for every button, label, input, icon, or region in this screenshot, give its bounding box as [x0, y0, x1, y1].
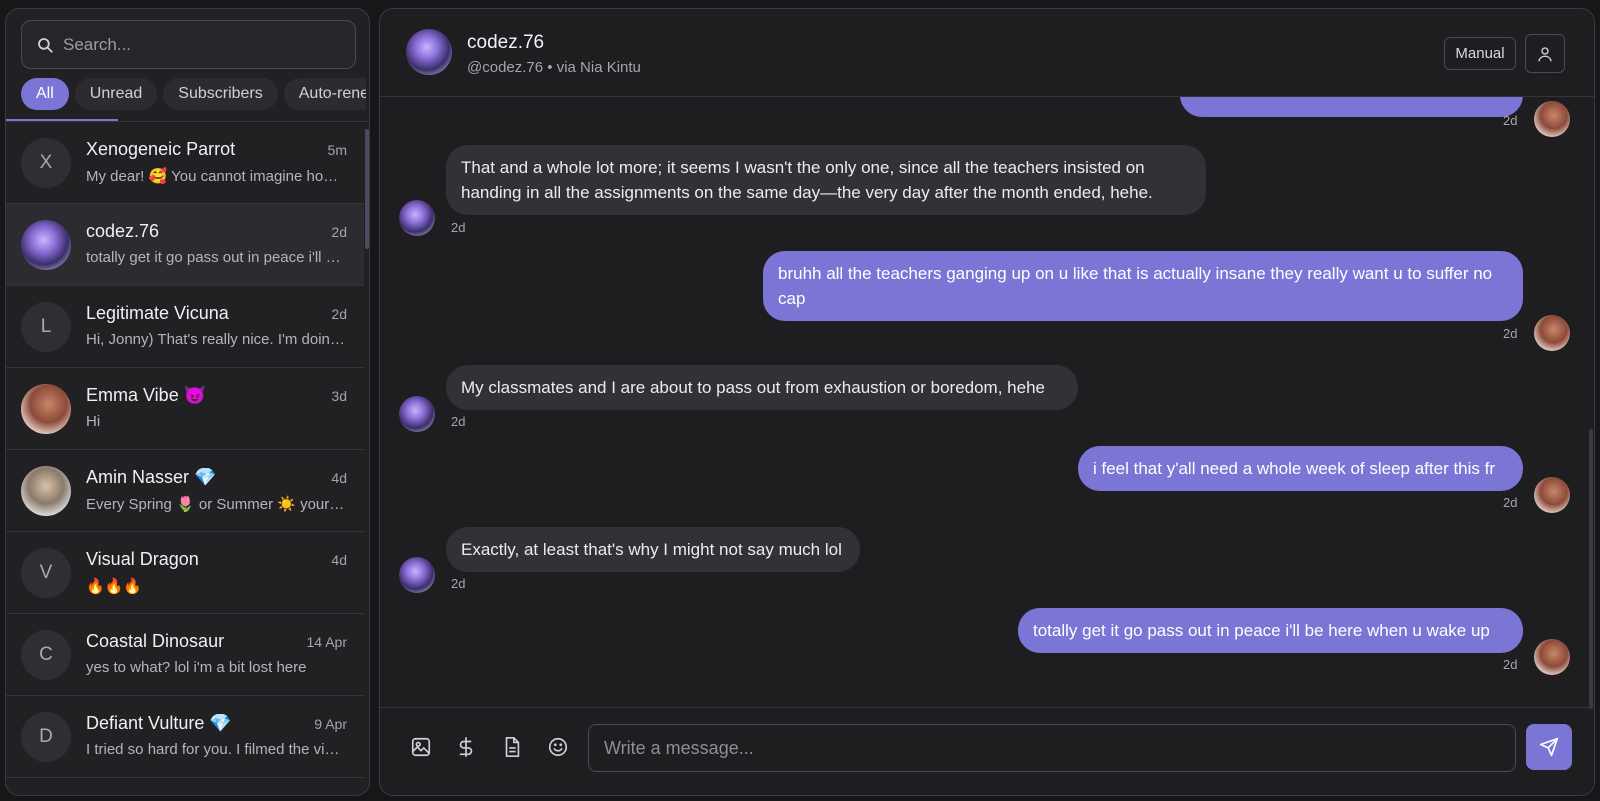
- conversation-preview: Hi: [86, 413, 101, 430]
- profile-button[interactable]: [1525, 34, 1565, 73]
- conversation-item[interactable]: Emma Vibe 😈 3d Hi: [6, 368, 364, 450]
- attach-image-button[interactable]: [408, 734, 434, 760]
- avatar: [21, 220, 71, 270]
- conversation-name: codez.76: [86, 221, 160, 241]
- conversation-name: Emma Vibe 😈: [86, 385, 207, 405]
- conversation-preview: yes to what? lol i'm a bit lost here: [86, 659, 307, 676]
- avatar: V: [21, 548, 71, 598]
- devil-badge-icon: 😈: [183, 385, 207, 405]
- document-icon: [505, 737, 520, 757]
- message-time: 2d: [1503, 113, 1518, 128]
- send-icon: [1539, 737, 1559, 757]
- message-time: 2d: [451, 414, 466, 429]
- conversation-name: Visual Dragon: [86, 549, 199, 569]
- contact-avatar: [399, 396, 435, 432]
- message-composer: [380, 707, 1594, 795]
- message-bubble-outgoing: bruhh all the teachers ganging up on u l…: [763, 251, 1523, 321]
- filter-chips: All Unread Subscribers Auto-renew: [21, 78, 366, 110]
- conversation-time: 3d: [331, 388, 347, 404]
- sidebar-scrollbar[interactable]: [365, 129, 369, 249]
- dollar-icon: [459, 737, 473, 757]
- avatar: [21, 466, 71, 516]
- user-icon: [1538, 46, 1552, 61]
- contact-subtitle: @codez.76 • via Nia Kintu: [467, 59, 641, 76]
- contact-avatar[interactable]: [406, 29, 452, 75]
- image-icon: [411, 737, 431, 757]
- search-box[interactable]: [21, 20, 356, 69]
- diamond-badge-icon: 💎: [194, 467, 217, 487]
- conversation-name: Coastal Dinosaur: [86, 631, 225, 651]
- message-time: 2d: [1503, 495, 1518, 510]
- filter-chip-all[interactable]: All: [21, 78, 69, 110]
- avatar: L: [21, 302, 71, 352]
- message-time: 2d: [451, 220, 466, 235]
- conversation-name: Amin Nasser 💎: [86, 467, 217, 487]
- manual-mode-button[interactable]: Manual: [1444, 37, 1516, 70]
- conversation-time: 5m: [327, 142, 347, 158]
- chat-scrollbar[interactable]: [1589, 429, 1593, 709]
- message-bubble-outgoing: [1180, 97, 1523, 117]
- contact-name: codez.76: [467, 32, 545, 53]
- conversation-item[interactable]: C Coastal Dinosaur 14 Apr yes to what? l…: [6, 614, 364, 696]
- conversation-item[interactable]: Amin Nasser 💎 4d Every Spring 🌷 or Summe…: [6, 450, 364, 532]
- sender-avatar: [1534, 639, 1570, 675]
- emoji-button[interactable]: [545, 734, 571, 760]
- search-icon: [38, 37, 53, 53]
- conversation-name: Legitimate Vicuna: [86, 303, 229, 323]
- message-time: 2d: [1503, 326, 1518, 341]
- conversation-preview: 🔥🔥🔥: [86, 578, 143, 595]
- diamond-badge-icon: 💎: [209, 713, 232, 733]
- contact-avatar: [399, 557, 435, 593]
- message-time: 2d: [451, 576, 466, 591]
- send-button[interactable]: [1526, 724, 1572, 770]
- conversation-time: 2d: [331, 224, 347, 240]
- contact-avatar: [399, 200, 435, 236]
- conversation-item[interactable]: D Defiant Vulture 💎 9 Apr I tried so har…: [6, 696, 364, 778]
- sender-avatar: [1534, 477, 1570, 513]
- avatar: X: [21, 138, 71, 188]
- sender-avatar: [1534, 315, 1570, 351]
- message-bubble-incoming: My classmates and I are about to pass ou…: [446, 365, 1078, 410]
- conversation-time: 4d: [331, 552, 347, 568]
- conversation-preview: Hi, Jonny) That's really nice. I'm doing…: [86, 331, 346, 348]
- send-tip-button[interactable]: [453, 734, 479, 760]
- filter-chip-auto-renew[interactable]: Auto-renew: [283, 78, 366, 110]
- message-input[interactable]: [588, 724, 1516, 772]
- attach-document-button[interactable]: [499, 734, 525, 760]
- filter-chip-unread[interactable]: Unread: [74, 78, 158, 110]
- sender-avatar: [1534, 101, 1570, 137]
- avatar: C: [21, 630, 71, 680]
- conversation-name: Xenogeneic Parrot: [86, 139, 236, 159]
- conversation-list: X Xenogeneic Parrot 5m My dear! 🥰 You ca…: [6, 122, 364, 795]
- filter-chip-subscribers[interactable]: Subscribers: [163, 78, 278, 110]
- conversation-preview: Every Spring 🌷 or Summer ☀️ your al…: [86, 496, 346, 513]
- chat-header: codez.76 @codez.76 • via Nia Kintu Manua…: [380, 9, 1594, 97]
- conversation-name: Defiant Vulture 💎: [86, 713, 232, 733]
- message-list: 2d That and a whole lot more; it seems I…: [380, 97, 1594, 707]
- conversation-time: 14 Apr: [306, 634, 347, 650]
- conversation-preview: totally get it go pass out in peace i'll…: [86, 249, 346, 266]
- emoji-icon: [548, 737, 568, 757]
- conversation-preview: I tried so hard for you. I filmed the vi…: [86, 741, 346, 758]
- conversation-preview: My dear! 🥰 You cannot imagine how …: [86, 168, 346, 185]
- conversation-time: 2d: [331, 306, 347, 322]
- conversation-item[interactable]: L Legitimate Vicuna 2d Hi, Jonny) That's…: [6, 286, 364, 368]
- message-time: 2d: [1503, 657, 1518, 672]
- message-bubble-outgoing: i feel that y'all need a whole week of s…: [1078, 446, 1523, 491]
- avatar: D: [21, 712, 71, 762]
- conversation-item[interactable]: X Xenogeneic Parrot 5m My dear! 🥰 You ca…: [6, 122, 364, 204]
- conversation-item[interactable]: codez.76 2d totally get it go pass out i…: [6, 204, 364, 286]
- search-input[interactable]: [63, 34, 343, 55]
- conversation-time: 4d: [331, 470, 347, 486]
- message-bubble-outgoing: totally get it go pass out in peace i'll…: [1018, 608, 1523, 653]
- message-bubble-incoming: That and a whole lot more; it seems I wa…: [446, 145, 1206, 215]
- chat-panel: codez.76 @codez.76 • via Nia Kintu Manua…: [379, 8, 1595, 796]
- message-bubble-incoming: Exactly, at least that's why I might not…: [446, 527, 860, 572]
- avatar: [21, 384, 71, 434]
- conversation-sidebar: All Unread Subscribers Auto-renew X Xeno…: [5, 8, 370, 796]
- conversation-time: 9 Apr: [314, 716, 347, 732]
- conversation-item[interactable]: V Visual Dragon 4d 🔥🔥🔥: [6, 532, 364, 614]
